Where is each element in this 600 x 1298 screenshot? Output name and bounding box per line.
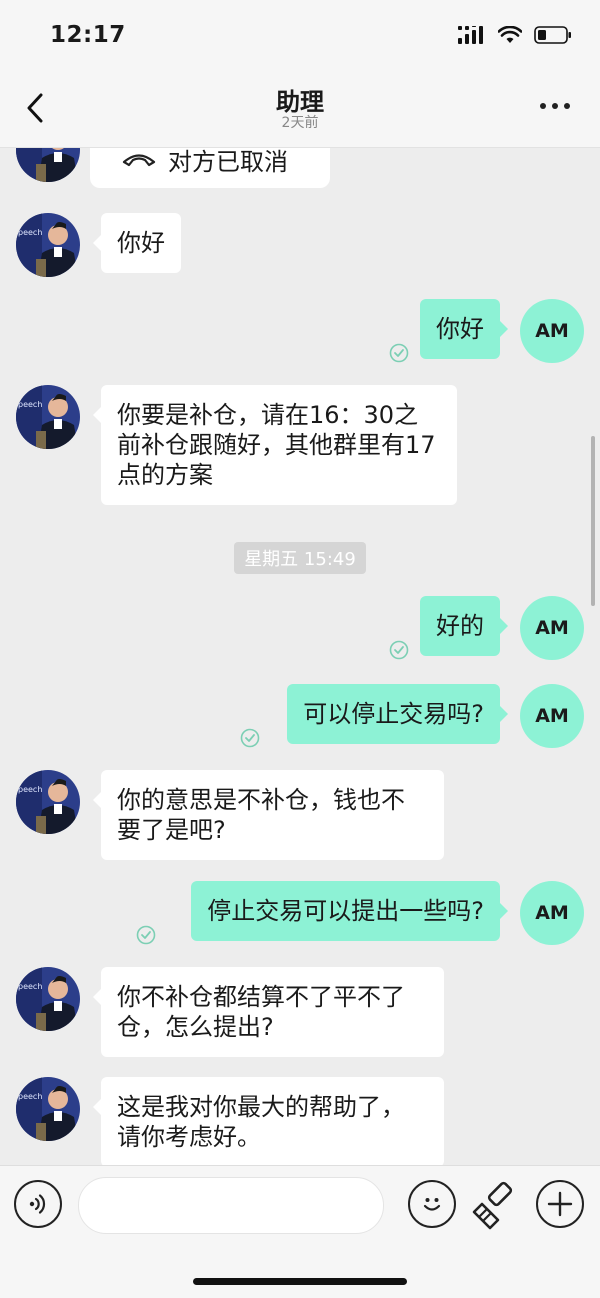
message-bubble-received[interactable]: 你的意思是不补仓，钱也不要了是吧? <box>93 770 444 860</box>
avatar-caption: peech <box>18 228 42 237</box>
battery-icon <box>534 26 571 44</box>
read-check-icon <box>389 343 409 363</box>
more-dot-icon <box>564 103 570 109</box>
plus-icon <box>547 1191 573 1217</box>
person-photo-icon: peech <box>16 385 80 449</box>
person-photo-icon: peech <box>16 967 80 1031</box>
read-check-icon <box>389 640 409 660</box>
self-avatar[interactable]: AM <box>520 881 584 945</box>
emoji-button[interactable] <box>408 1180 456 1228</box>
contact-avatar[interactable]: peech <box>16 1077 80 1141</box>
voice-icon <box>29 1194 46 1214</box>
more-dot-icon <box>552 103 558 109</box>
message-bubble-sent[interactable]: 停止交易可以提出一些吗? <box>191 881 508 941</box>
scrollbar[interactable] <box>591 436 595 606</box>
plus-button[interactable] <box>536 1180 584 1228</box>
avatar-caption: peech <box>18 400 42 409</box>
message-list[interactable]: 对方已取消 peech 你好 AM 你好 peech 你要是补仓，请在16：30… <box>0 148 600 1165</box>
wifi-icon <box>498 26 522 43</box>
message-bubble-received[interactable]: 你要是补仓，请在16：30之前补仓跟随好，其他群里有17点的方案 <box>93 385 457 505</box>
input-bar <box>0 1165 600 1298</box>
last-seen: 2天前 <box>281 115 319 131</box>
message-bubble-sent[interactable]: 你好 <box>420 299 508 359</box>
brush-icon <box>472 1181 513 1230</box>
person-photo-icon: peech <box>16 1077 80 1141</box>
emoji-icon <box>423 1198 441 1211</box>
person-photo-icon: peech <box>16 770 80 834</box>
nav-bar: 助理 2天前 <box>0 74 600 148</box>
message-bubble-sent[interactable]: 可以停止交易吗? <box>287 684 508 744</box>
status-time: 12:17 <box>50 22 126 48</box>
contact-avatar[interactable]: peech <box>16 385 80 449</box>
signal-icon <box>458 26 483 44</box>
contact-avatar[interactable] <box>16 148 80 182</box>
call-status-text: 对方已取消 <box>168 148 288 176</box>
status-bar: 12:17 <box>0 0 600 74</box>
contact-avatar[interactable]: peech <box>16 967 80 1031</box>
brush-button[interactable] <box>470 1178 524 1232</box>
read-check-icon <box>240 728 260 748</box>
person-photo-icon: peech <box>16 213 80 277</box>
self-avatar[interactable]: AM <box>520 596 584 660</box>
self-avatar[interactable]: AM <box>520 684 584 748</box>
avatar-caption: peech <box>18 1092 42 1101</box>
more-dot-icon <box>540 103 546 109</box>
status-icons <box>458 26 572 44</box>
message-bubble-received[interactable]: 你好 <box>93 213 181 273</box>
read-check-icon <box>136 925 156 945</box>
message-bubble-sent[interactable]: 好的 <box>420 596 508 656</box>
call-record-card[interactable]: 对方已取消 <box>90 148 330 188</box>
time-divider: 星期五 15:49 <box>234 542 366 574</box>
message-bubble-received[interactable]: 这是我对你最大的帮助了，请你考虑好。 <box>93 1077 444 1165</box>
contact-avatar[interactable]: peech <box>16 213 80 277</box>
phone-hangup-icon <box>122 154 156 167</box>
voice-button[interactable] <box>14 1180 62 1228</box>
message-bubble-received[interactable]: 你不补仓都结算不了平不了仓，怎么提出? <box>93 967 444 1057</box>
home-indicator[interactable] <box>193 1278 407 1285</box>
self-avatar[interactable]: AM <box>520 299 584 363</box>
person-photo-icon <box>16 148 80 182</box>
avatar-caption: peech <box>18 982 42 991</box>
more-button[interactable] <box>540 96 570 116</box>
contact-avatar[interactable]: peech <box>16 770 80 834</box>
avatar-caption: peech <box>18 785 42 794</box>
message-input[interactable] <box>78 1177 384 1234</box>
